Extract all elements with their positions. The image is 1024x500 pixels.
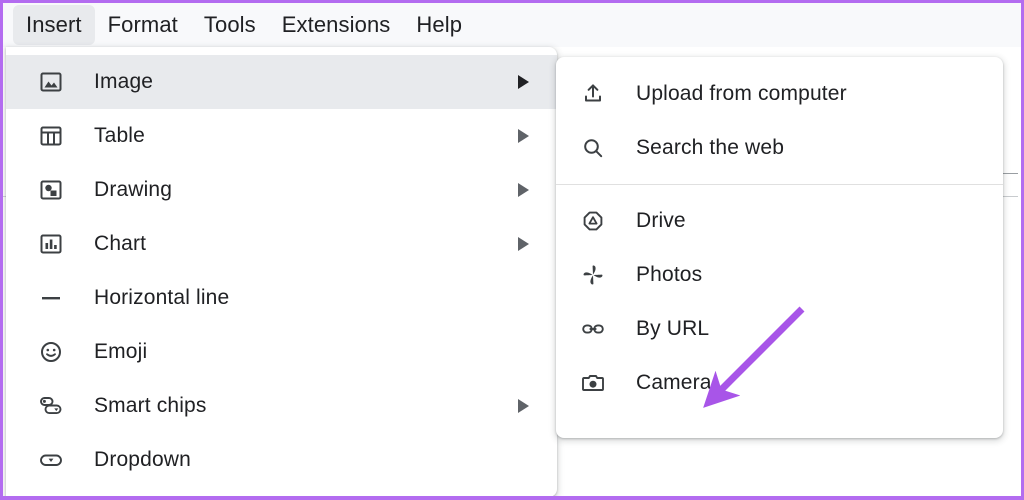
chevron-right-icon [518,183,529,197]
menu-item-label: Emoji [94,340,148,363]
menubar-item-tools[interactable]: Tools [191,5,269,45]
submenu-item-label: Upload from computer [636,82,847,105]
submenu-item-by-url[interactable]: By URL [556,302,1003,356]
menu-item-emoji[interactable]: Emoji [6,325,557,379]
menu-item-drawing[interactable]: Drawing [6,163,557,217]
menu-item-smart-chips[interactable]: Smart chips [6,379,557,433]
submenu-item-label: Drive [636,209,686,232]
menu-item-label: Smart chips [94,394,207,417]
chevron-right-icon [518,129,529,143]
chart-icon [38,231,64,257]
screenshot-root: Insert Format Tools Extensions Help Imag… [0,0,1024,500]
menu-item-label: Table [94,124,145,147]
chevron-right-icon [518,399,529,413]
submenu-item-search-the-web[interactable]: Search the web [556,121,1003,175]
menu-item-label: Drawing [94,178,173,201]
image-submenu: Upload from computer Search the web Driv… [556,57,1003,438]
menu-item-label: Image [94,70,154,93]
capture-frame-left [0,0,3,500]
submenu-item-drive[interactable]: Drive [556,194,1003,248]
dropdown-icon [38,447,64,473]
photos-icon [580,262,606,288]
ruler-tab-marker-line [1002,173,1018,174]
drive-icon [580,208,606,234]
menu-item-chart[interactable]: Chart [6,217,557,271]
menubar-item-extensions[interactable]: Extensions [269,5,404,45]
submenu-item-label: Search the web [636,136,785,159]
submenu-item-camera[interactable]: Camera [556,356,1003,410]
emoji-icon [38,339,64,365]
chevron-right-icon [518,75,529,89]
menubar-item-format[interactable]: Format [95,5,191,45]
submenu-item-label: By URL [636,317,710,340]
menu-item-horizontal-line[interactable]: Horizontal line [6,271,557,325]
menu-item-image[interactable]: Image [6,55,557,109]
table-icon [38,123,64,149]
link-icon [580,316,606,342]
menu-item-table[interactable]: Table [6,109,557,163]
capture-frame-bottom [0,496,1024,500]
capture-frame-top [0,0,1024,3]
horizontal-line-icon [38,285,64,311]
menubar-item-insert[interactable]: Insert [13,5,95,45]
menu-item-label: Chart [94,232,147,255]
insert-dropdown-menu: Image Table Drawing Chart Horizontal lin… [6,47,557,497]
camera-icon [580,370,606,396]
submenu-item-label: Camera [636,371,712,394]
search-icon [580,135,606,161]
menu-item-dropdown[interactable]: Dropdown [6,433,557,487]
submenu-separator [556,184,1003,185]
drawing-icon [38,177,64,203]
menu-bar: Insert Format Tools Extensions Help [3,3,1021,47]
submenu-item-upload-from-computer[interactable]: Upload from computer [556,67,1003,121]
menu-item-label: Horizontal line [94,286,230,309]
smart-chips-icon [38,393,64,419]
menubar-item-help[interactable]: Help [403,5,475,45]
submenu-item-label: Photos [636,263,703,286]
menu-item-label: Dropdown [94,448,191,471]
image-icon [38,69,64,95]
chevron-right-icon [518,237,529,251]
upload-icon [580,81,606,107]
submenu-item-photos[interactable]: Photos [556,248,1003,302]
